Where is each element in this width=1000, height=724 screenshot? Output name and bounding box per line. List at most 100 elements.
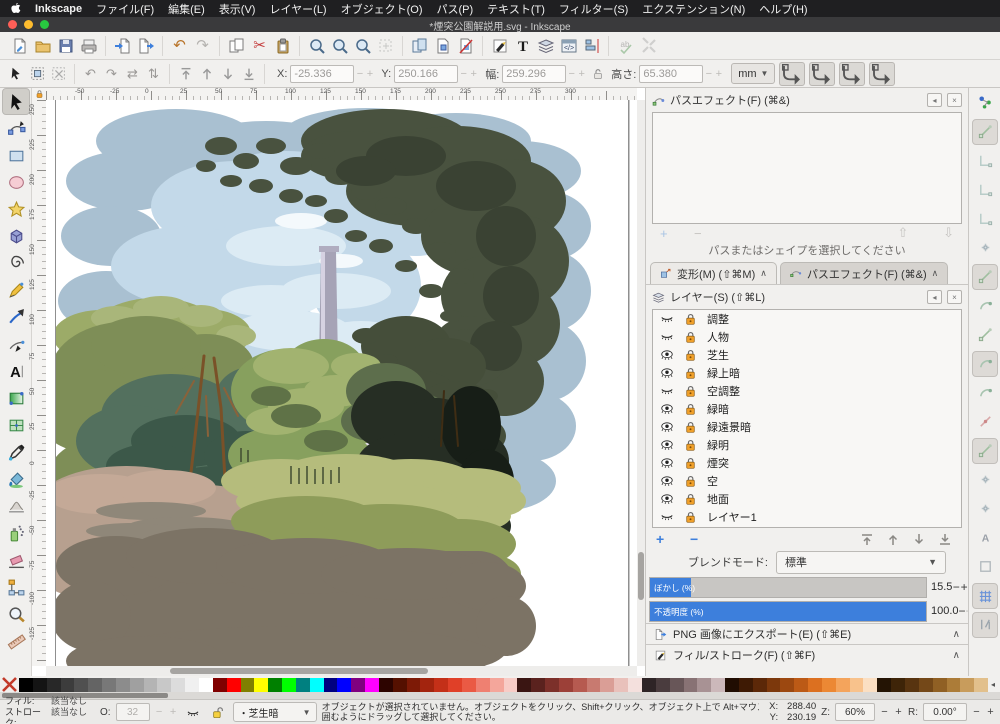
- palette-swatch[interactable]: [821, 677, 836, 692]
- palette-swatch[interactable]: [849, 677, 864, 692]
- palette-swatch[interactable]: [475, 677, 490, 692]
- eye-closed-icon[interactable]: [660, 331, 674, 343]
- palette-swatch[interactable]: [392, 677, 407, 692]
- snap-bbox-corner-toggle[interactable]: [969, 175, 1000, 204]
- x-field[interactable]: -25.336: [290, 64, 355, 83]
- menu-編集(E)[interactable]: 編集(E): [168, 1, 205, 17]
- opacity-plus-stepper[interactable]: +: [169, 706, 178, 718]
- vertical-ruler[interactable]: 250 225 200 175 150 125 100 75 50 25 0 -25 -50 -75 -10…: [29, 100, 47, 666]
- y-field-minus-stepper[interactable]: −: [459, 68, 468, 80]
- add-path-effect-button[interactable]: +: [660, 226, 694, 241]
- palette-swatch[interactable]: [946, 677, 961, 692]
- blur-value[interactable]: 15.5: [931, 581, 952, 593]
- palette-swatch[interactable]: [725, 677, 739, 692]
- palette-swatch[interactable]: [503, 677, 518, 692]
- canvas-vertical-scrollbar[interactable]: [637, 100, 645, 666]
- lock-icon[interactable]: [685, 313, 696, 326]
- layer-row[interactable]: 緑遠景暗: [653, 418, 961, 436]
- palette-swatch[interactable]: [545, 677, 559, 692]
- palette-swatch[interactable]: [918, 677, 933, 692]
- remove-path-effect-button[interactable]: −: [694, 226, 728, 241]
- height-field-minus-stepper[interactable]: −: [704, 68, 713, 80]
- snap-bbox-toggle[interactable]: [969, 117, 1000, 146]
- palette-swatch[interactable]: [835, 677, 850, 692]
- calligraphy-tool[interactable]: [0, 304, 32, 331]
- layer-row[interactable]: 地面: [653, 490, 961, 508]
- rectangle-tool[interactable]: [0, 142, 32, 169]
- menu-表示(V)[interactable]: 表示(V): [219, 1, 256, 17]
- snap-enable-toggle[interactable]: [969, 88, 1000, 117]
- deselect-button[interactable]: [48, 63, 69, 84]
- layer-row[interactable]: 人物: [653, 328, 961, 346]
- raise-to-top-button[interactable]: [175, 63, 196, 84]
- palette-swatch[interactable]: [323, 677, 338, 692]
- fill-stroke-dialog-button[interactable]: [488, 34, 511, 57]
- lock-icon[interactable]: [685, 367, 696, 380]
- fill-stroke-panel[interactable]: フィル/ストローク(F) (⇧⌘F) ∧: [646, 644, 968, 665]
- blur-decrease-button[interactable]: −: [952, 580, 960, 594]
- rotation-plus-stepper[interactable]: +: [986, 706, 995, 718]
- copy-button[interactable]: [225, 34, 248, 57]
- eye-open-icon[interactable]: [660, 403, 674, 415]
- palette-swatch[interactable]: [60, 677, 75, 692]
- pen-tool[interactable]: [0, 331, 32, 358]
- mesh-tool[interactable]: [0, 412, 32, 439]
- zoom-minus-stepper[interactable]: −: [880, 706, 889, 718]
- y-field[interactable]: 250.166: [394, 64, 459, 83]
- width-field-plus-stepper[interactable]: +: [577, 68, 586, 80]
- palette-swatch[interactable]: [74, 677, 89, 692]
- select-all-layers-button[interactable]: [27, 63, 48, 84]
- spiral-tool[interactable]: [0, 250, 32, 277]
- palette-swatch[interactable]: [115, 677, 130, 692]
- menu-オブジェクト(O)[interactable]: オブジェクト(O): [341, 1, 423, 17]
- add-layer-button[interactable]: +: [656, 531, 690, 547]
- tab-transform[interactable]: 変形(M) (⇧⌘M) ∧: [650, 262, 777, 284]
- bucket-tool[interactable]: [0, 466, 32, 493]
- dock-float-button[interactable]: ◂: [927, 93, 942, 107]
- layer-row[interactable]: 空: [653, 472, 961, 490]
- palette-swatch[interactable]: [448, 677, 462, 692]
- unlink-clone-button[interactable]: [454, 34, 477, 57]
- palette-swatch[interactable]: [517, 677, 532, 692]
- palette-swatch[interactable]: [32, 677, 47, 692]
- menu-テキスト(T)[interactable]: テキスト(T): [487, 1, 545, 17]
- opacity-minus-stepper[interactable]: −: [155, 706, 164, 718]
- zoom-in-button[interactable]: [305, 34, 328, 57]
- redo-button[interactable]: ↷: [191, 34, 214, 57]
- horizontal-scroll-thumb[interactable]: [170, 668, 428, 674]
- eye-open-icon[interactable]: [660, 439, 674, 451]
- zoom-plus-stepper[interactable]: +: [894, 706, 903, 718]
- layer-lower-button[interactable]: [906, 533, 932, 546]
- lock-icon[interactable]: [685, 349, 696, 362]
- palette-swatch[interactable]: [309, 677, 324, 692]
- y-field-plus-stepper[interactable]: +: [469, 68, 478, 80]
- palette-swatch[interactable]: [295, 677, 310, 692]
- canvas-horizontal-scrollbar[interactable]: [46, 666, 637, 676]
- layer-raise-button[interactable]: [880, 533, 906, 546]
- snap-others-toggle[interactable]: [969, 436, 1000, 465]
- palette-swatch[interactable]: [365, 677, 379, 692]
- layer-row[interactable]: 緑上暗: [653, 364, 961, 382]
- zoom-tool[interactable]: [0, 601, 32, 628]
- palette-swatch[interactable]: [697, 677, 712, 692]
- rotate-cw-button[interactable]: ↷: [101, 63, 122, 84]
- height-field-plus-stepper[interactable]: +: [714, 68, 723, 80]
- palette-swatch[interactable]: [226, 677, 241, 692]
- palette-swatch[interactable]: [157, 677, 172, 692]
- lock-icon[interactable]: [685, 421, 696, 434]
- palette-swatch[interactable]: [198, 677, 213, 692]
- measure-tool[interactable]: [0, 628, 32, 655]
- layer-row[interactable]: 芝生: [653, 346, 961, 364]
- palette-swatch[interactable]: [863, 677, 878, 692]
- layer-row[interactable]: レイヤー1: [653, 508, 961, 526]
- palette-swatch[interactable]: [129, 677, 144, 692]
- scale-corners-toggle[interactable]: [809, 61, 836, 86]
- height-field[interactable]: 65.380: [639, 64, 704, 83]
- spellcheck-button[interactable]: ab: [614, 34, 637, 57]
- connector-tool[interactable]: [0, 574, 32, 601]
- palette-swatch[interactable]: [185, 677, 199, 692]
- eye-closed-icon[interactable]: [660, 313, 674, 325]
- menu-ヘルプ(H)[interactable]: ヘルプ(H): [759, 1, 807, 17]
- eye-open-icon[interactable]: [660, 475, 674, 487]
- palette-swatch[interactable]: [974, 677, 989, 692]
